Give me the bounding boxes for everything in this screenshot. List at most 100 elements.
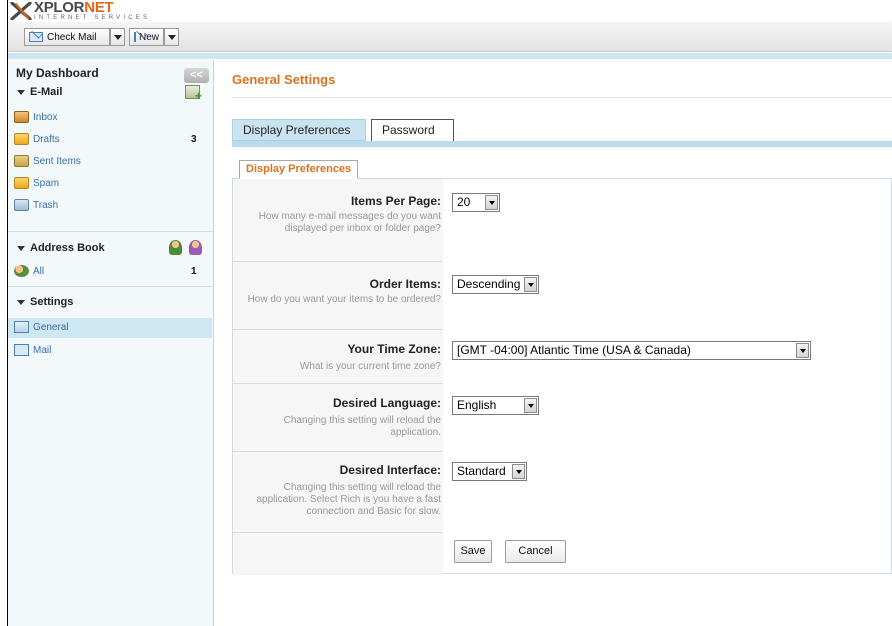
trash-icon [14,199,29,211]
envelope-icon [29,32,43,42]
page-title: General Settings [232,72,336,87]
check-mail-label: Check Mail [47,31,97,43]
sidebar-item-general[interactable]: General [8,318,212,338]
sidebar-item-label: Drafts [33,134,60,145]
sidebar-item-label: General [33,322,69,333]
top-header: XPLORNET INTERNET SERVICES Check Mail Ne… [8,0,892,60]
time-zone-help: What is your current time zone? [299,361,441,372]
drafts-count-badge: 3 [191,134,197,145]
chevron-down-icon [796,343,809,358]
divider [233,329,443,330]
time-zone-label: Your Time Zone: [347,342,441,356]
sidebar-item-sent-items[interactable]: Sent Items [8,152,212,171]
chevron-down-icon [524,277,537,292]
add-contact-icon[interactable] [169,240,182,255]
contacts-icon [14,265,29,277]
sidebar-item-mail[interactable]: Mail [8,341,212,360]
chevron-down-icon [524,398,537,413]
order-items-select[interactable]: Descending [452,275,539,294]
collapse-sidebar-button[interactable]: << [184,68,209,83]
sidebar-item-label: Inbox [33,112,58,123]
preferences-panel: Items Per Page: How many e-mail messages… [232,178,892,575]
items-per-page-value: 20 [457,195,471,209]
xplornet-logo: XPLORNET INTERNET SERVICES [10,0,151,21]
divider [232,97,892,98]
desired-language-select[interactable]: English [452,396,539,415]
sidebar-item-label: Spam [33,178,60,189]
sidebar-item-spam[interactable]: Spam [8,174,212,193]
desired-interface-select[interactable]: Standard [452,462,527,481]
section-address-book[interactable]: Address Book [8,240,214,258]
desired-interface-value: Standard [457,464,506,478]
time-zone-select[interactable]: [GMT -04:00] Atlantic Time (USA & Canada… [452,341,811,360]
caret-down-icon [17,90,25,95]
items-per-page-select[interactable]: 20 [452,193,500,212]
header-band [8,53,892,59]
chevron-down-icon [167,34,176,40]
check-mail-dropdown[interactable] [110,28,125,46]
sidebar-item-trash[interactable]: Trash [8,196,212,215]
desired-language-label: Desired Language: [332,396,441,410]
spam-folder-icon [14,177,29,189]
section-address-book-label: Address Book [30,242,105,254]
chevron-down-icon [113,34,122,40]
dashboard-header: My Dashboard << [8,65,214,83]
divider [8,231,214,232]
mail-settings-icon [14,344,29,356]
sidebar-item-drafts[interactable]: Drafts 3 [8,130,212,149]
new-dropdown[interactable] [164,28,179,46]
chevron-down-icon [512,464,525,479]
sidebar-item-label: Trash [33,200,59,211]
items-per-page-help: How many e-mail messages do you want dis… [258,211,441,234]
logo-text-xplor: XPLOR [34,0,85,16]
divider [233,383,443,384]
add-group-icon[interactable] [189,240,202,255]
subtab-display-preferences[interactable]: Display Preferences [239,160,359,179]
new-button[interactable]: New [129,28,164,46]
order-items-value: Descending [457,277,521,291]
time-zone-value: [GMT -04:00] Atlantic Time (USA & Canada… [457,343,691,357]
order-items-help: How do you want your items to be ordered… [247,294,441,305]
sidebar: My Dashboard << E-Mail Inbox Drafts 3 Se… [8,60,214,626]
contacts-count-badge: 1 [191,266,197,277]
main-content: General Settings Display Preferences Pas… [215,60,892,626]
sidebar-item-inbox[interactable]: Inbox [8,108,212,127]
logo-subtitle: INTERNET SERVICES [34,15,151,21]
save-button[interactable]: Save [454,540,492,563]
divider [233,451,443,452]
compose-icon [134,32,136,42]
items-per-page-label: Items Per Page: [350,194,441,208]
drafts-folder-icon [14,133,29,145]
chevron-down-icon [485,195,498,210]
section-settings[interactable]: Settings [8,294,214,312]
divider [8,286,214,287]
cancel-button[interactable]: Cancel [505,540,566,563]
toolbar: Check Mail New [8,22,892,52]
sent-items-icon [14,155,29,167]
sidebar-item-label: Sent Items [33,156,81,167]
section-settings-label: Settings [30,296,74,308]
caret-down-icon [17,300,25,305]
desired-interface-help: Changing this setting will reload the ap… [256,482,441,517]
tab-password[interactable]: Password [371,119,454,141]
desired-language-help: Changing this setting will reload the ap… [283,415,441,438]
dashboard-title: My Dashboard [16,66,99,80]
check-mail-button[interactable]: Check Mail [24,28,110,46]
sidebar-item-all-contacts[interactable]: All 1 [8,262,212,281]
section-email-label: E-Mail [30,86,63,98]
divider [233,261,443,262]
tab-display-preferences[interactable]: Display Preferences [232,119,366,141]
add-folder-icon[interactable] [185,85,202,103]
logo-text-net: NET [84,0,114,16]
desired-interface-label: Desired Interface: [339,463,441,477]
caret-down-icon [17,246,25,251]
logo-x-icon [10,1,32,21]
sidebar-item-label: All [33,266,45,277]
general-settings-icon [14,321,29,333]
section-email[interactable]: E-Mail [8,84,214,103]
inbox-icon [14,111,29,123]
tab-band [232,141,892,147]
sidebar-item-label: Mail [33,345,52,356]
divider [233,532,443,533]
desired-language-value: English [457,398,497,412]
